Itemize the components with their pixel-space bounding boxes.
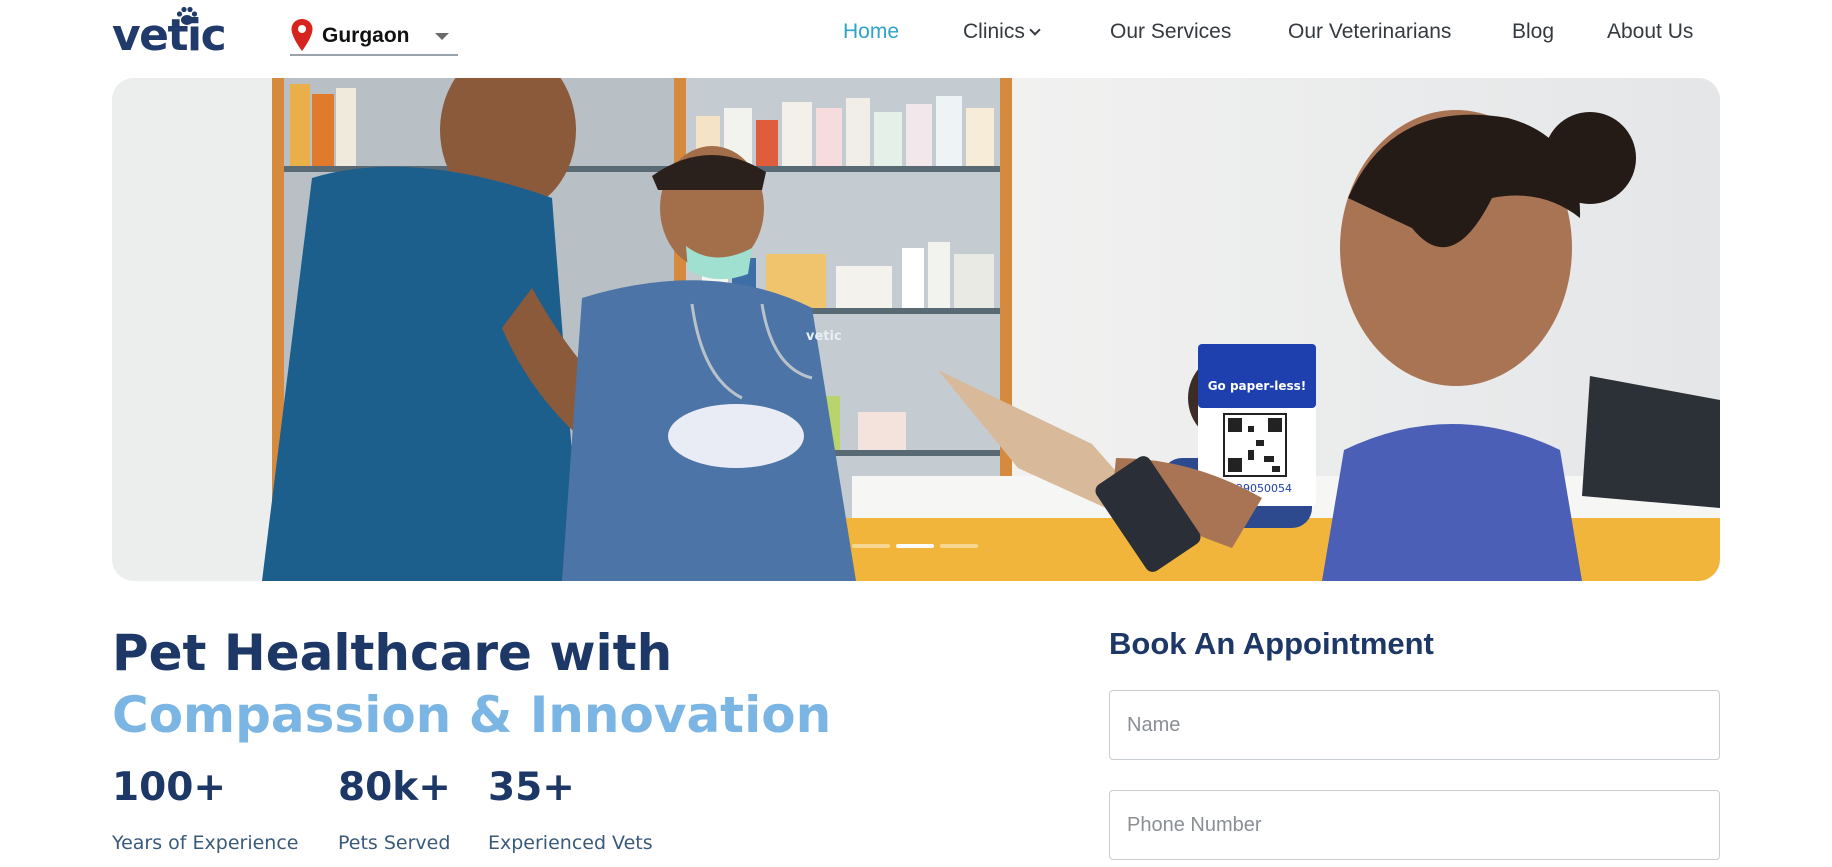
site-header: vetic Gurgaon Home Clinics Our Services … — [0, 0, 1832, 70]
stat-label: Pets Served — [338, 832, 451, 854]
stat-experience: 100+ Years of Experience — [112, 764, 298, 854]
caret-down-icon — [435, 33, 449, 40]
booking-title: Book An Appointment — [1109, 626, 1434, 661]
carousel-dot-2[interactable] — [896, 544, 934, 548]
headline-line-1: Pet Healthcare with — [112, 624, 673, 682]
stat-label: Experienced Vets — [488, 832, 653, 854]
city-selector[interactable]: Gurgaon — [290, 18, 458, 56]
hero-clinic-photo: Go paper-less! 8929050054 vetic — [112, 78, 1720, 581]
paw-icon — [176, 6, 198, 25]
nav-our-services[interactable]: Our Services — [1110, 20, 1231, 44]
nav-our-veterinarians[interactable]: Our Veterinarians — [1288, 20, 1451, 44]
hero-carousel[interactable]: Go paper-less! 8929050054 vetic — [112, 78, 1720, 581]
chevron-down-icon — [1029, 24, 1041, 36]
stat-value: 100+ — [112, 765, 227, 810]
phone-number-field[interactable] — [1109, 790, 1720, 860]
vetic-logo[interactable]: vetic — [112, 6, 227, 62]
logo-text: vetic — [112, 10, 227, 61]
nav-about-us[interactable]: About Us — [1607, 20, 1693, 44]
city-name: Gurgaon — [322, 24, 410, 47]
nav-clinics[interactable]: Clinics — [963, 20, 1041, 44]
location-pin-icon — [291, 19, 313, 51]
sign-title: Go paper-less! — [1208, 379, 1307, 393]
stat-pets-served: 80k+ Pets Served — [338, 764, 451, 854]
shirt-logo: vetic — [806, 329, 842, 344]
carousel-dot-3[interactable] — [940, 544, 978, 548]
nav-clinics-label: Clinics — [963, 20, 1025, 43]
nav-home[interactable]: Home — [843, 20, 899, 44]
headline-line-2: Compassion & Innovation — [112, 686, 832, 744]
stat-experienced-vets: 35+ Experienced Vets — [488, 764, 653, 854]
stat-value: 80k+ — [338, 765, 451, 810]
carousel-dot-1[interactable] — [852, 544, 890, 548]
name-field[interactable] — [1109, 690, 1720, 760]
stat-value: 35+ — [488, 765, 575, 810]
nav-blog[interactable]: Blog — [1512, 20, 1554, 44]
stat-label: Years of Experience — [112, 832, 299, 854]
hero-headline: Pet Healthcare with Compassion & Innovat… — [112, 622, 831, 746]
